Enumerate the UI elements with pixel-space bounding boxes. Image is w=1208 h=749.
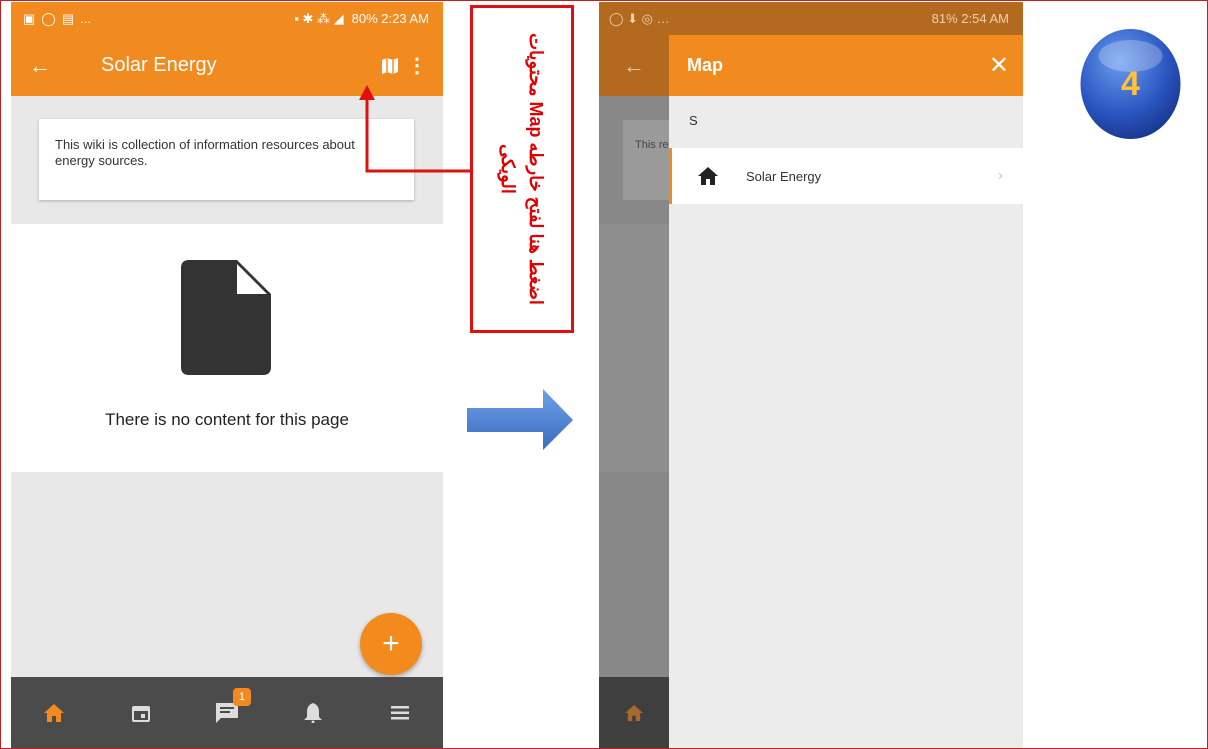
chat-icon	[215, 702, 238, 723]
nav-notifications[interactable]	[293, 693, 333, 733]
empty-content-message: There is no content for this page	[105, 410, 349, 429]
phone-screen-map: ◯ ⬇ ◎ … 81% 2:54 AM ← This reso Map ✕ S …	[599, 2, 1023, 748]
home-icon	[625, 704, 643, 721]
calendar-icon	[131, 705, 150, 722]
step-number: 4	[1121, 64, 1140, 103]
chat-badge: 1	[232, 687, 251, 706]
section-letter: S	[669, 96, 1023, 148]
nav-home[interactable]	[34, 693, 74, 733]
step-number-badge: 4	[1079, 28, 1182, 140]
map-drawer-header: Map ✕	[669, 35, 1023, 96]
annotation-box: اضغط هنا لفتح خارطه Map محتويات الويكى	[470, 5, 574, 333]
map-drawer-title: Map	[687, 55, 723, 75]
map-item-label: Solar Energy	[746, 168, 822, 184]
next-step-arrow	[467, 389, 573, 450]
map-item-solar-energy[interactable]: Solar Energy ›	[669, 148, 1023, 204]
nav-calendar[interactable]	[121, 693, 161, 733]
status-bar: ◯ ⬇ ◎ … 81% 2:54 AM	[599, 2, 1023, 35]
nav-menu[interactable]	[380, 693, 420, 733]
tutorial-canvas: ▣ ◯ ▤ ... ▪ ✱ ⁂ ◢ 80% 2:23 AM ← Solar En…	[0, 0, 1208, 749]
annotation-pointer-arrow	[359, 85, 470, 173]
nav-chat[interactable]: 1	[207, 687, 251, 733]
bell-icon	[304, 702, 323, 723]
menu-icon	[390, 705, 409, 719]
annotation-text: اضغط هنا لفتح خارطه Map محتويات الويكى	[498, 33, 546, 305]
dimmed-back-arrow-icon: ←	[599, 35, 669, 96]
dimmed-bottom-navigation	[599, 677, 669, 748]
status-battery-time: 81% 2:54 AM	[931, 11, 1009, 26]
home-icon	[698, 167, 718, 185]
status-left-icons: ◯ ⬇ ◎ …	[609, 10, 670, 26]
home-icon	[44, 703, 65, 722]
document-icon	[181, 260, 271, 380]
content-area: There is no content for this page	[11, 224, 443, 472]
bottom-navigation: 1	[11, 677, 443, 748]
add-content-button[interactable]: +	[360, 613, 422, 675]
chevron-right-icon: ›	[997, 167, 1003, 184]
close-icon[interactable]: ✕	[989, 51, 1009, 80]
map-drawer: Map ✕ S Solar Energy ›	[669, 35, 1023, 748]
dimmed-content-area	[599, 224, 669, 472]
